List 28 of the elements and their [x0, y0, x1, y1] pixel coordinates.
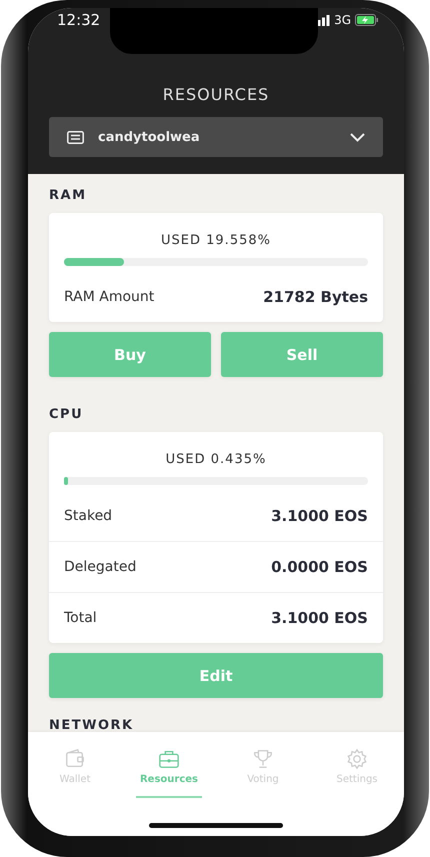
row-label: Delegated — [64, 559, 136, 575]
row-value: 21782 Bytes — [263, 288, 368, 306]
wallet-icon — [64, 748, 86, 770]
row-label: RAM Amount — [64, 289, 154, 305]
account-dropdown[interactable]: candytoolwea — [49, 117, 383, 157]
row-value: 3.1000 EOS — [271, 609, 368, 627]
row-label: Staked — [64, 508, 112, 524]
trophy-icon — [252, 748, 274, 770]
action-button[interactable]: Sell — [221, 332, 383, 377]
usage-label: USED 0.435% — [164, 452, 268, 468]
action-button[interactable]: Buy — [49, 332, 211, 377]
section-title: CPU — [49, 408, 84, 422]
section-title: NETWORK — [49, 719, 135, 732]
battery-icon — [355, 14, 379, 26]
usage-label: USED 19.558% — [160, 233, 272, 249]
row-label: Total — [64, 610, 97, 626]
section-title: RAM — [49, 189, 88, 203]
action-button[interactable]: Edit — [49, 653, 383, 698]
network-type: 3G — [334, 13, 351, 27]
row-value: 3.1000 EOS — [271, 507, 368, 525]
settings-icon — [346, 748, 368, 770]
clock-time: 12:32 — [57, 11, 100, 29]
chevron-down-icon — [350, 132, 365, 142]
row-value: 0.0000 EOS — [271, 558, 368, 576]
tab[interactable]: Resources — [136, 732, 202, 798]
card-icon — [67, 130, 84, 144]
briefcase-icon — [158, 748, 180, 770]
page-title: RESOURCES — [162, 85, 270, 105]
